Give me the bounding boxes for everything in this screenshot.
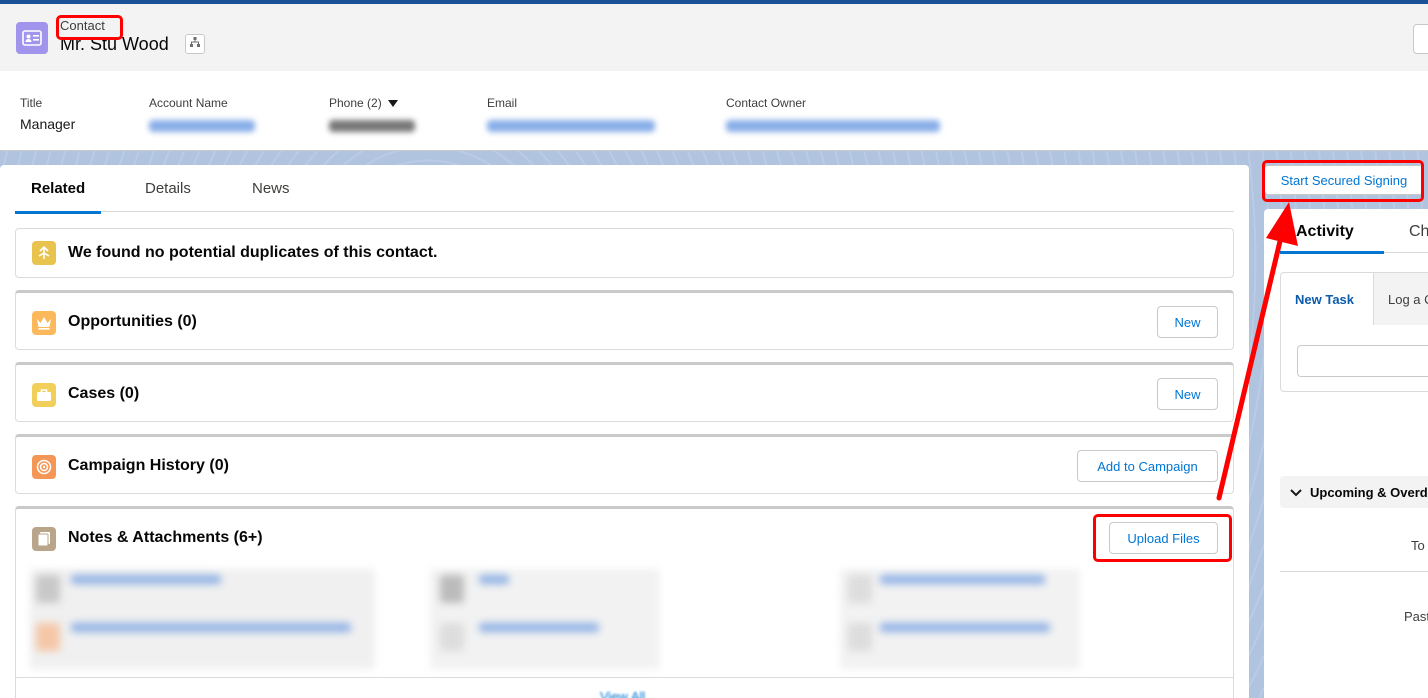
file-link[interactable]: [71, 575, 221, 584]
tab-log-a-call[interactable]: Log a C: [1388, 292, 1428, 307]
duplicates-card: We found no potential duplicates of this…: [15, 228, 1234, 278]
tab-related[interactable]: Related: [15, 180, 102, 214]
cases-title[interactable]: Cases (0): [68, 385, 139, 403]
new-case-button[interactable]: New: [1157, 378, 1218, 410]
opportunities-card: Opportunities (0) New: [15, 290, 1234, 350]
activity-composer: New Task Log a C: [1280, 272, 1428, 392]
add-to-campaign-button[interactable]: Add to Campaign: [1077, 450, 1218, 482]
crown-icon: [32, 311, 56, 335]
activity-divider: [1280, 571, 1428, 572]
to-label: To: [1411, 538, 1425, 553]
document-icon: [32, 527, 56, 551]
upcoming-overdue-section[interactable]: Upcoming & Overd: [1280, 476, 1428, 508]
chevron-down-icon: [1290, 485, 1302, 500]
phone-label[interactable]: Phone (2): [329, 96, 415, 110]
email-link[interactable]: [487, 120, 655, 132]
file-thumbnail: [440, 575, 464, 603]
hierarchy-button[interactable]: [185, 34, 205, 54]
tab-details[interactable]: Details: [145, 180, 191, 211]
tab-chatter[interactable]: Ch: [1409, 223, 1428, 241]
record-tabs: Related Details News: [15, 165, 1234, 214]
tab-activity[interactable]: Activity: [1296, 223, 1354, 241]
field-title: Title Manager: [20, 96, 75, 132]
main-content: Related Details News We found no potenti…: [0, 165, 1249, 698]
hierarchy-icon: [189, 35, 201, 53]
header-action-button[interactable]: [1413, 24, 1428, 54]
field-account-name: Account Name: [149, 96, 255, 132]
view-all-link[interactable]: View All: [600, 689, 645, 698]
field-label: Contact Owner: [726, 96, 807, 110]
field-label: Title: [20, 96, 43, 110]
field-contact-owner: Contact Owner: [726, 96, 940, 132]
composer-input[interactable]: [1297, 345, 1428, 377]
field-email: Email: [487, 96, 655, 132]
file-thumbnail: [36, 575, 60, 603]
campaign-history-title[interactable]: Campaign History (0): [68, 457, 229, 475]
phone-value: [329, 120, 415, 132]
field-label: Phone (2): [329, 96, 382, 110]
past-label: Past: [1404, 609, 1428, 624]
attachment-column-2: [430, 569, 660, 669]
file-thumbnail: [848, 575, 872, 603]
file-thumbnail: [440, 623, 464, 651]
cases-card: Cases (0) New: [15, 362, 1234, 422]
header-top: Contact Mr. Stu Wood: [0, 4, 1428, 71]
file-thumbnail: [36, 623, 60, 651]
field-phone: Phone (2): [329, 96, 415, 132]
file-link[interactable]: [479, 623, 599, 632]
notes-attachments-title[interactable]: Notes & Attachments (6+): [68, 529, 263, 547]
file-link[interactable]: [880, 623, 1050, 632]
opportunities-title[interactable]: Opportunities (0): [68, 313, 197, 331]
attachment-column-1: [30, 569, 375, 669]
contact-owner-link[interactable]: [726, 120, 940, 132]
merge-icon: [32, 241, 56, 265]
field-value: Manager: [20, 116, 76, 132]
activity-panel: Activity Ch New Task Log a C Upcoming & …: [1264, 209, 1428, 698]
campaign-history-card: Campaign History (0) Add to Campaign: [15, 434, 1234, 494]
tab-news[interactable]: News: [252, 180, 290, 211]
file-thumbnail: [848, 623, 872, 651]
file-link[interactable]: [479, 575, 509, 584]
annotation-highlight-start-button: [1262, 160, 1424, 202]
upcoming-label: Upcoming & Overd: [1310, 484, 1428, 500]
active-tab-indicator: [1280, 251, 1384, 254]
new-opportunity-button[interactable]: New: [1157, 306, 1218, 338]
caret-down-icon[interactable]: [387, 99, 398, 107]
card-footer-divider: [16, 677, 1233, 678]
file-link[interactable]: [880, 575, 1045, 584]
annotation-highlight-contact: [56, 15, 123, 40]
duplicates-message: We found no potential duplicates of this…: [68, 244, 438, 261]
tab-new-task[interactable]: New Task: [1295, 292, 1354, 307]
briefcase-icon: [32, 383, 56, 407]
account-name-link[interactable]: [149, 120, 255, 132]
annotation-highlight-upload-button: [1093, 514, 1232, 562]
file-link[interactable]: [71, 623, 351, 632]
contact-card-icon: [16, 22, 48, 54]
record-header: Contact Mr. Stu Wood Title Manager Accou…: [0, 4, 1428, 151]
attachment-column-3: [840, 569, 1080, 669]
target-icon: [32, 455, 56, 479]
notes-attachments-card: Notes & Attachments (6+) Upload Files Vi…: [15, 506, 1234, 698]
field-label: Account Name: [149, 96, 228, 110]
field-label: Email: [487, 96, 518, 110]
